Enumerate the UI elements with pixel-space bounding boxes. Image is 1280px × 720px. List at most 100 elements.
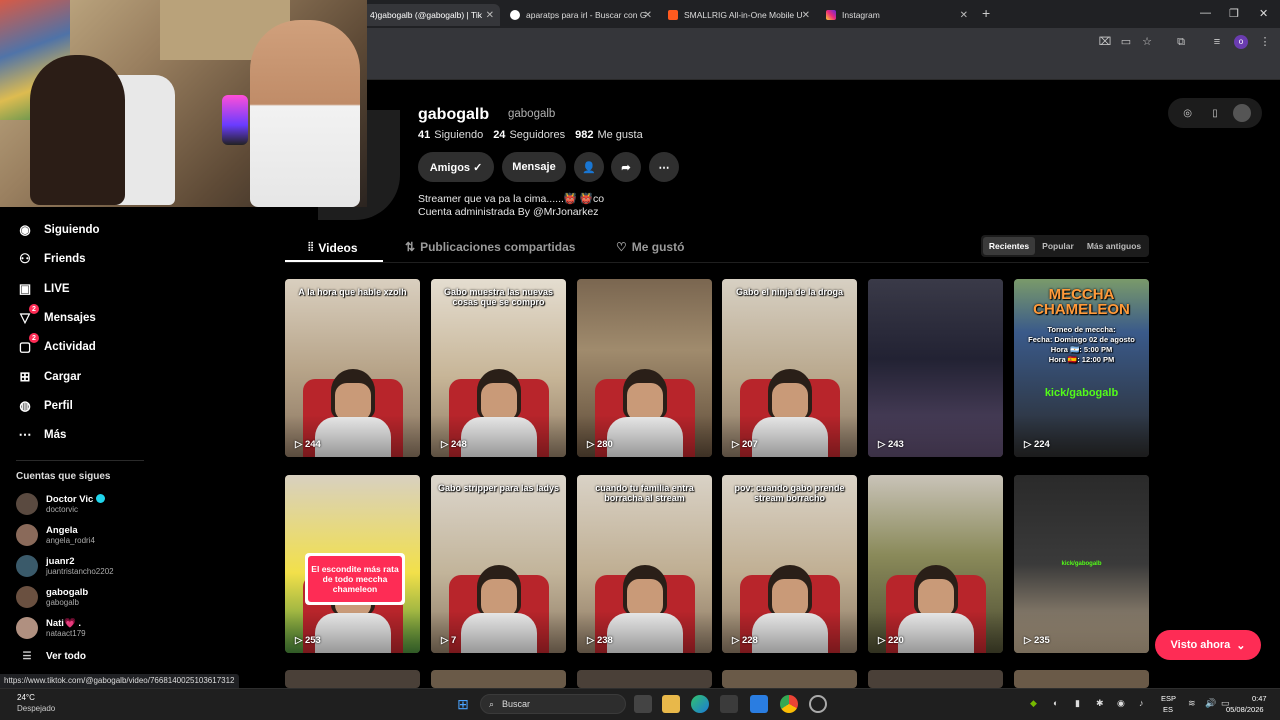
video-thumbnail[interactable]: cuando tu familia entra borracha al stre… (577, 475, 712, 653)
file-explorer-icon[interactable] (662, 695, 680, 713)
usb-icon[interactable]: ▮ (1075, 698, 1080, 709)
sidebar-item-live[interactable]: ▣ LIVE (16, 280, 70, 298)
nvidia-icon[interactable]: ◆ (1030, 698, 1037, 709)
tray-icon-1[interactable]: ◐ (1053, 698, 1058, 708)
sidebar-item-perfil[interactable]: ◍ Perfil (16, 397, 72, 415)
video-thumbnail[interactable] (1014, 670, 1149, 688)
sort-recent[interactable]: Recientes (983, 237, 1035, 255)
obs-icon[interactable] (809, 695, 827, 713)
video-thumbnail[interactable] (868, 670, 1003, 688)
followed-account[interactable]: Angela angela_rodri4 (16, 524, 95, 546)
translate-icon[interactable]: ⌧ (1098, 35, 1112, 49)
device-icon[interactable]: ▯ (1206, 104, 1224, 122)
wifi-icon[interactable]: ≋ (1188, 698, 1196, 709)
clock-time[interactable]: 0:47 (1252, 694, 1267, 703)
video-thumbnail[interactable]: Gabo el ninja de la droga ▷ 207 (722, 279, 857, 457)
follows-title: Cuentas que sigues (16, 471, 111, 482)
video-thumbnail[interactable]: Gabo stripper para las ladys ▷ 7 (431, 475, 566, 653)
followed-account[interactable]: Nati💗 . nataact179 (16, 617, 86, 639)
close-tab-icon[interactable]: ✕ (802, 10, 810, 21)
close-tab-icon[interactable]: ✕ (486, 10, 494, 21)
watched-now-button[interactable]: Visto ahora ⌄ (1155, 630, 1261, 660)
user-avatar-icon[interactable] (1233, 104, 1252, 122)
sort-popular[interactable]: Popular (1038, 237, 1078, 255)
profile-avatar-icon[interactable]: o (1234, 35, 1248, 49)
store-icon[interactable] (720, 695, 738, 713)
video-thumbnail[interactable] (431, 670, 566, 688)
tab-liked[interactable]: ♡ Me gustó (616, 240, 684, 254)
sidebar-item-cargar[interactable]: ⊞ Cargar (16, 368, 82, 386)
video-thumbnail[interactable]: pov: cuando gabo prende stream borracho ▷… (722, 475, 857, 653)
bio-line-2: Cuenta administrada By @MrJonarkez (418, 206, 599, 218)
volume-icon[interactable]: 🔊 (1205, 698, 1216, 709)
clock-date[interactable]: 05/08/2026 (1226, 705, 1264, 714)
tab-google[interactable]: aparatps para irl - Buscar con G ✕ (502, 4, 658, 26)
tab-shared[interactable]: ⇅ Publicaciones compartidas (405, 240, 575, 254)
edge-icon[interactable] (691, 695, 709, 713)
tray-icon-2[interactable]: ◉ (1117, 698, 1125, 709)
following-stat[interactable]: 41 Siguiendo (418, 129, 483, 141)
video-thumbnail[interactable] (722, 670, 857, 688)
play-icon: ▷ (1024, 439, 1034, 450)
sidebar-item-friends[interactable]: ⚇ Friends (16, 250, 85, 268)
bluetooth-icon[interactable]: ✱ (1096, 698, 1104, 709)
followed-account[interactable]: Doctor Vic doctorvic (16, 493, 106, 515)
avatar (16, 555, 38, 577)
sidebar-item-mensajes[interactable]: ▽ 2 Mensajes (16, 304, 96, 327)
view-count-value: 243 (887, 439, 904, 450)
video-thumbnail[interactable]: El escondite más rata de todo meccha cha… (285, 475, 420, 653)
windows-start-icon[interactable]: ⊞ (454, 695, 472, 713)
menu-dots-icon[interactable]: ⋮ (1258, 35, 1272, 49)
more-options-icon[interactable]: ⋯ (649, 152, 679, 182)
media-icon[interactable]: ≡ (1210, 35, 1224, 49)
weather-desc[interactable]: Despejado (17, 704, 55, 713)
see-all-link[interactable]: ☰ Ver todo (16, 651, 87, 662)
close-tab-icon[interactable]: ✕ (644, 10, 652, 21)
video-thumbnail[interactable] (285, 670, 420, 688)
minimize-icon[interactable]: — (1200, 7, 1211, 19)
add-friend-icon[interactable]: 👤 (574, 152, 604, 182)
search-icon: ⌕ (489, 698, 495, 709)
cast-icon[interactable]: ▭ (1119, 35, 1133, 49)
friends-button[interactable]: Amigos ✓ (418, 152, 494, 182)
followed-account[interactable]: gabogalb gabogalb (16, 586, 88, 608)
input-layout[interactable]: ES (1163, 705, 1173, 714)
sidebar-item-ms[interactable]: ⋯ Más (16, 426, 67, 444)
weather-temp[interactable]: 24°C (17, 693, 35, 702)
close-window-icon[interactable]: ✕ (1259, 7, 1268, 20)
new-tab-button[interactable]: + (982, 5, 990, 21)
restore-icon[interactable]: ❐ (1229, 7, 1239, 20)
close-tab-icon[interactable]: ✕ (960, 10, 968, 21)
video-thumbnail[interactable]: Gabo muestra las nuevas cosas que se com… (431, 279, 566, 457)
video-thumbnail[interactable]: kick/gabogalb ▷ 235 (1014, 475, 1149, 653)
video-thumbnail[interactable]: MECCHA CHAMELEON Torneo de meccha: Fecha:… (1014, 279, 1149, 457)
tab-instagram[interactable]: Instagram ✕ (818, 4, 974, 26)
mail-icon[interactable] (750, 695, 768, 713)
sidebar-item-siguiendo[interactable]: ◉ Siguiendo (16, 221, 99, 239)
chrome-icon[interactable] (780, 695, 798, 713)
message-button[interactable]: Mensaje (502, 152, 566, 182)
video-thumbnail[interactable]: ▷ 280 (577, 279, 712, 457)
tab-tiktok[interactable]: 4)gabogalb (@gabogalb) | Tik ✕ (362, 4, 500, 26)
video-thumbnail[interactable]: A la hora que hable xzolh ▷ 244 (285, 279, 420, 457)
sidebar-item-actividad[interactable]: ▢ 2 Actividad (16, 333, 96, 356)
followers-stat[interactable]: 24 Seguidores (493, 129, 565, 141)
view-count-value: 238 (596, 635, 613, 646)
tab-label: SMALLRIG All-in-One Mobile U (684, 10, 803, 20)
bookmark-star-icon[interactable]: ☆ (1140, 35, 1154, 49)
tab-smallrig[interactable]: SMALLRIG All-in-One Mobile U ✕ (660, 4, 816, 26)
tab-videos[interactable]: ⦙⦙ Videos (308, 240, 358, 255)
taskbar-search[interactable]: ⌕ Buscar (480, 694, 626, 714)
share-icon[interactable]: ➦ (611, 152, 641, 182)
video-thumbnail[interactable]: ▷ 243 (868, 279, 1003, 457)
extensions-icon[interactable]: ⧉ (1174, 35, 1188, 49)
video-thumbnail[interactable]: ▷ 220 (868, 475, 1003, 653)
sort-oldest[interactable]: Más antiguos (1082, 237, 1146, 255)
video-thumbnail[interactable] (577, 670, 712, 688)
input-language[interactable]: ESP (1161, 694, 1176, 703)
task-view-icon[interactable] (634, 695, 652, 713)
settings-icon[interactable]: ◎ (1179, 104, 1197, 122)
instagram-icon (826, 10, 836, 20)
followed-account[interactable]: juanr2 juantristancho2202 (16, 555, 114, 577)
microphone-icon[interactable]: ♪ (1139, 698, 1144, 708)
